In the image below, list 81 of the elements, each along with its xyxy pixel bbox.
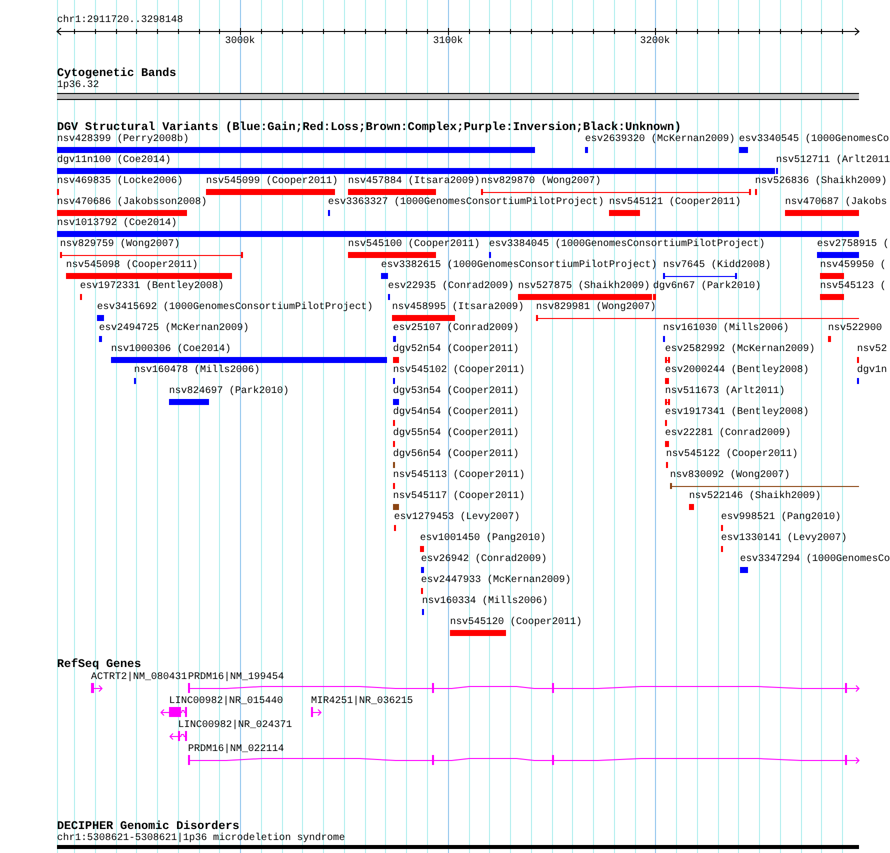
- variant-label: dgv56n54 (Cooper2011): [393, 449, 520, 460]
- variant-label: nsv830092 (Wong2007): [670, 470, 790, 481]
- variant-label: esv3347294 (1000GenomesCo: [740, 554, 890, 565]
- variant-label: dgv52n54 (Cooper2011): [393, 344, 520, 355]
- variant-label: nsv522900: [828, 323, 882, 334]
- variant-label: esv2447933 (McKernan2009): [421, 575, 572, 586]
- variant-label: nsv469835 (Locke2006): [57, 176, 184, 187]
- variant-label: esv1279453 (Levy2007): [394, 512, 520, 523]
- variant-label: dgv6n67 (Park2010): [653, 281, 762, 292]
- variant-label: nsv527875 (Shaikh2009): [518, 281, 650, 292]
- variant-label: dgv1n: [857, 365, 888, 376]
- variant-label: nsv1013792 (Coe2014): [57, 218, 178, 229]
- track-title: RefSeq Genes: [57, 658, 142, 671]
- tick-label: 3000k: [225, 36, 255, 47]
- variant-label: esv2639320 (McKernan2009): [585, 134, 736, 145]
- variant-label: esv998521 (Pang2010): [721, 512, 842, 523]
- variant-label: nsv824697 (Park2010): [169, 386, 290, 397]
- variant-label: esv25107 (Conrad2009): [393, 323, 520, 334]
- variant-label: nsv545121 (Cooper2011): [609, 197, 742, 208]
- band-label: 1p36.32: [57, 80, 100, 91]
- variant-label: nsv511673 (Arlt2011): [665, 386, 786, 397]
- variant-label: esv2494725 (McKernan2009): [99, 323, 250, 334]
- variant-label: nsv470686 (Jakobsson2008): [57, 197, 208, 208]
- variant-label: dgv54n54 (Cooper2011): [393, 407, 520, 418]
- variant-label: nsv545100 (Cooper2011): [348, 239, 480, 250]
- variant-label: nsv458995 (Itsara2009): [392, 302, 524, 313]
- variant-label: nsv545098 (Cooper2011): [66, 260, 198, 271]
- disorder-label: chr1:5308621-5308621|1p36 microdeletion syndrome: [57, 833, 346, 844]
- variant-label: nsv160334 (Mills2006): [422, 596, 548, 607]
- variant-label: nsv459950 (: [820, 260, 886, 271]
- variant-label: esv3363327 (1000GenomesConsortiumPilotProject): [328, 197, 604, 208]
- variant-label: nsv1000306 (Coe2014): [111, 344, 232, 355]
- variant-label: nsv829759 (Wong2007): [60, 239, 180, 250]
- gene-label: PRDM16|NM_022114: [188, 744, 284, 755]
- gene-label: PRDM16|NM_199454: [188, 672, 284, 683]
- track-title: DECIPHER Genomic Disorders: [57, 820, 240, 833]
- variant-label: esv1330141 (Levy2007): [721, 533, 848, 544]
- variant-label: nsv160478 (Mills2006): [134, 365, 260, 376]
- variant-label: esv1001450 (Pang2010): [420, 533, 546, 544]
- variant-label: nsv7645 (Kidd2008): [663, 260, 772, 271]
- variant-label: esv3384045 (1000GenomesConsortiumPilotProject): [489, 239, 766, 250]
- variant-label: nsv512711 (Arlt2011: [776, 155, 890, 166]
- variant-label: nsv545117 (Cooper2011): [393, 491, 526, 502]
- tick-label: 3200k: [640, 36, 670, 47]
- variant-label: nsv428399 (Perry2008b): [57, 134, 190, 145]
- variant-label: nsv526836 (Shaikh2009): [755, 176, 888, 187]
- variant-label: nsv545102 (Cooper2011): [393, 365, 526, 376]
- variant-label: dgv55n54 (Cooper2011): [393, 428, 520, 439]
- variant-label: nsv829981 (Wong2007): [536, 302, 656, 313]
- variant-label: nsv457884 (Itsara2009): [348, 176, 480, 187]
- gene-label: MIR4251|NR_036215: [311, 696, 414, 707]
- variant-label: esv3340545 (1000GenomesCo: [739, 134, 890, 145]
- variant-label: dgv11n100 (Coe2014): [57, 155, 172, 166]
- variant-label: esv22935 (Conrad2009): [388, 281, 514, 292]
- variant-label: esv3415692 (1000GenomesConsortiumPilotProject): [97, 302, 374, 313]
- variant-label: nsv545120 (Cooper2011): [450, 617, 582, 628]
- gene-label: LINC00982|NR_015440: [169, 696, 284, 707]
- gene-label: ACTRT2|NM_080431: [91, 672, 188, 683]
- tick-label: 3100k: [433, 36, 463, 47]
- track-title: DGV Structural Variants (Blue:Gain;Red:Loss;Brown:Complex;Purple:Inversion;Black:Unknown): [57, 121, 682, 134]
- location-label: chr1:2911720..3298148: [57, 15, 184, 26]
- variant-label: esv2582992 (McKernan2009): [665, 344, 816, 355]
- variant-label: nsv52: [857, 344, 888, 355]
- variant-label: nsv470687 (Jakobs: [785, 197, 888, 208]
- variant-label: esv3382615 (1000GenomesConsortiumPilotProject): [381, 260, 658, 271]
- variant-label: nsv545099 (Cooper2011): [206, 176, 338, 187]
- variant-label: nsv522146 (Shaikh2009): [689, 491, 822, 502]
- gene-label: LINC00982|NR_024371: [178, 720, 292, 731]
- variant-label: esv26942 (Conrad2009): [421, 554, 548, 565]
- variant-label: dgv53n54 (Cooper2011): [393, 386, 520, 397]
- variant-label: nsv545113 (Cooper2011): [393, 470, 526, 481]
- variant-label: nsv161030 (Mills2006): [663, 323, 790, 334]
- variant-label: esv1917341 (Bentley2008): [665, 407, 810, 418]
- variant-label: esv2758915 (: [817, 239, 890, 250]
- variant-label: esv2000244 (Bentley2008): [665, 365, 810, 376]
- variant-label: esv1972331 (Bentley2008): [80, 281, 224, 292]
- variant-label: nsv829870 (Wong2007): [481, 176, 602, 187]
- variant-label: nsv545122 (Cooper2011): [666, 449, 798, 460]
- variant-label: esv22281 (Conrad2009): [665, 428, 792, 439]
- variant-label: nsv545123 (: [820, 281, 886, 292]
- track-title: Cytogenetic Bands: [57, 67, 176, 80]
